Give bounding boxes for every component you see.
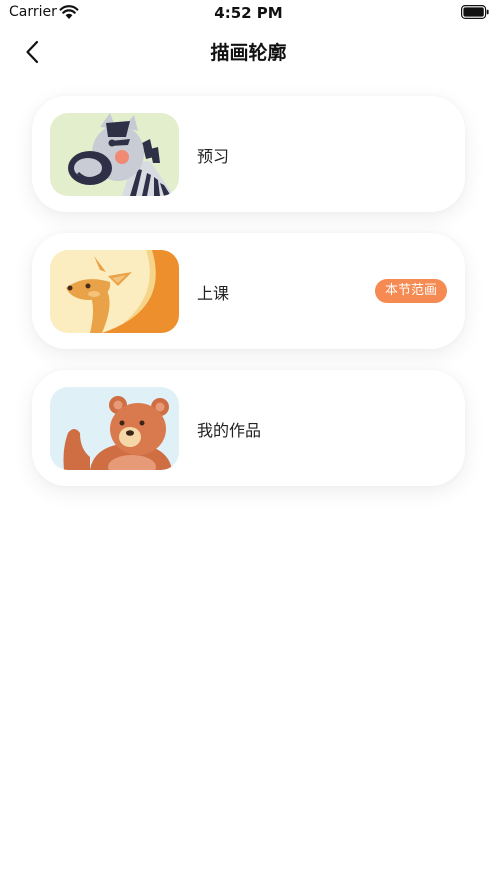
card-label: 上课	[197, 284, 230, 303]
card-class[interactable]: 上课 本节范画	[32, 233, 465, 349]
status-time: 4:52 PM	[214, 4, 283, 22]
card-label: 我的作品	[197, 421, 262, 440]
kangaroo-thumbnail	[50, 250, 179, 333]
card-my-works[interactable]: 我的作品	[32, 370, 465, 486]
zebra-illustration	[50, 113, 179, 196]
card-label: 预习	[197, 147, 230, 166]
page-title: 描画轮廓	[210, 42, 287, 64]
navigation-bar: 描画轮廓	[0, 26, 497, 76]
battery-icon	[461, 5, 489, 19]
bear-illustration	[50, 387, 179, 470]
bear-thumbnail	[50, 387, 179, 470]
zebra-thumbnail	[50, 113, 179, 196]
status-bar: Carrier 4:52 PM	[0, 0, 497, 26]
kangaroo-illustration	[50, 250, 179, 333]
model-drawing-badge[interactable]: 本节范画	[374, 279, 447, 303]
card-preview[interactable]: 预习	[32, 96, 465, 212]
